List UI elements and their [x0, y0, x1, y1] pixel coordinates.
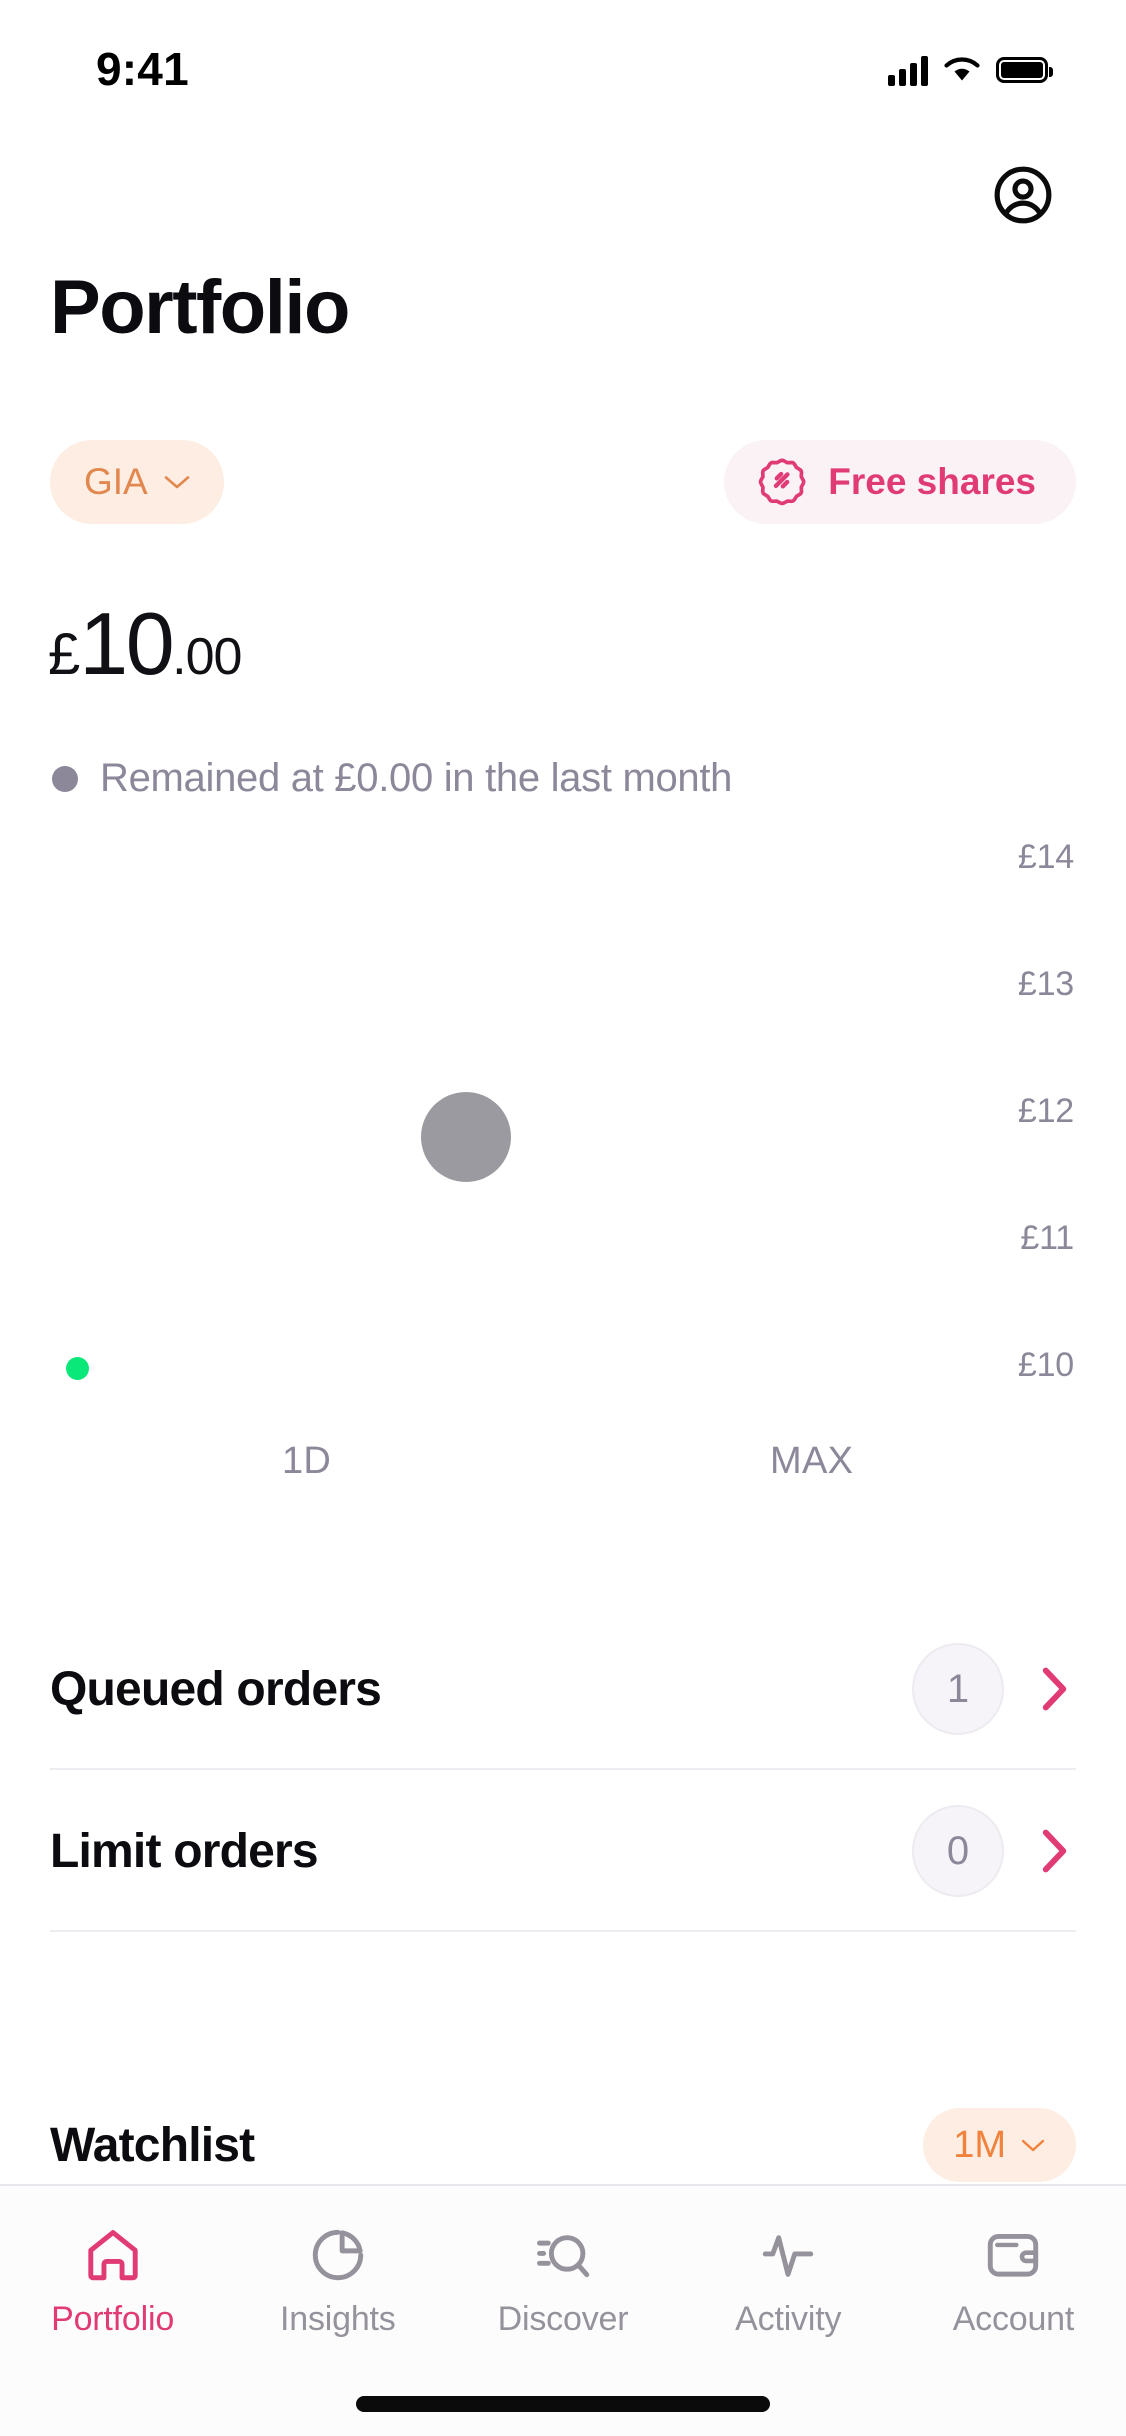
free-shares-label: Free shares [828, 461, 1036, 502]
wallet-icon [988, 2233, 1039, 2277]
y-axis-label: £14 [1017, 838, 1074, 876]
account-circle-icon[interactable] [992, 164, 1054, 226]
tab-discover[interactable]: Discover [450, 2224, 675, 2339]
watchlist-period-pill[interactable]: 1M [923, 2108, 1076, 2182]
tab-label: Activity [735, 2300, 842, 2338]
page-title: Portfolio [50, 265, 350, 350]
status-icons [888, 54, 1053, 86]
tab-portfolio[interactable]: Portfolio [0, 2224, 225, 2339]
y-axis-label: £12 [1017, 1092, 1074, 1130]
range-option-max[interactable]: MAX [770, 1440, 853, 1483]
balance-integer: 10 [79, 594, 174, 693]
battery-full-icon [996, 57, 1053, 83]
y-axis-label: £11 [1020, 1219, 1074, 1257]
chart-current-marker [66, 1357, 89, 1380]
y-axis-label: £13 [1017, 965, 1074, 1003]
home-indicator [356, 2396, 770, 2412]
balance-decimal: .00 [172, 628, 242, 686]
row-label: Queued orders [50, 1662, 382, 1716]
balance-amount: £ 10 .00 [48, 594, 242, 693]
change-status-dot [52, 765, 78, 792]
pie-chart-icon [312, 2229, 363, 2281]
limit-orders-row[interactable]: Limit orders 0 [50, 1772, 1076, 1932]
chevron-down-icon [1021, 2139, 1045, 2151]
limit-orders-count-badge: 0 [912, 1805, 1004, 1897]
queued-orders-row[interactable]: Queued orders 1 [50, 1610, 1076, 1770]
home-icon [87, 2230, 138, 2281]
tab-label: Account [952, 2300, 1075, 2338]
pill-row: GIA Free shares [50, 440, 1076, 524]
cellular-bars-icon [888, 54, 928, 86]
row-right: 0 [912, 1805, 1076, 1897]
status-bar: 9:41 [0, 0, 1126, 130]
discount-badge-icon [759, 458, 806, 506]
status-time: 9:41 [96, 43, 189, 95]
portfolio-chart[interactable]: £14 £13 £12 £11 £10 [0, 820, 1126, 1520]
tab-label: Portfolio [51, 2300, 175, 2338]
row-right: 1 [912, 1643, 1076, 1735]
account-selector-pill[interactable]: GIA [50, 440, 224, 524]
chevron-right-icon[interactable] [1040, 1665, 1070, 1713]
tab-activity[interactable]: Activity [676, 2224, 901, 2339]
watchlist-period-label: 1M [953, 2123, 1006, 2166]
range-option-1d[interactable]: 1D [282, 1440, 331, 1483]
tab-label: Insights [280, 2300, 396, 2338]
account-selector-label: GIA [84, 461, 148, 502]
queued-orders-count-badge: 1 [912, 1643, 1004, 1735]
y-axis-label: £10 [1017, 1346, 1074, 1384]
chevron-right-icon[interactable] [1040, 1827, 1070, 1875]
tab-insights[interactable]: Insights [225, 2224, 450, 2339]
app-screen: 9:41 Portfolio GIA Free shares £ 10 .00 … [0, 0, 1126, 2436]
bottom-tab-bar: Portfolio Insights Discover Activity Acc… [0, 2184, 1126, 2436]
chevron-down-icon [164, 475, 190, 488]
tab-account[interactable]: Account [901, 2224, 1126, 2339]
row-label: Limit orders [50, 1824, 319, 1878]
wifi-icon [944, 57, 980, 81]
search-list-icon [537, 2235, 590, 2278]
tab-label: Discover [497, 2300, 629, 2338]
balance-change-text: Remained at £0.00 in the last month [100, 756, 733, 800]
pulse-icon [763, 2235, 814, 2277]
balance-change: Remained at £0.00 in the last month [52, 756, 732, 801]
chart-highlight-marker [421, 1092, 511, 1182]
free-shares-button[interactable]: Free shares [724, 440, 1076, 524]
balance-currency: £ [48, 622, 80, 687]
watchlist-title: Watchlist [50, 2118, 255, 2172]
